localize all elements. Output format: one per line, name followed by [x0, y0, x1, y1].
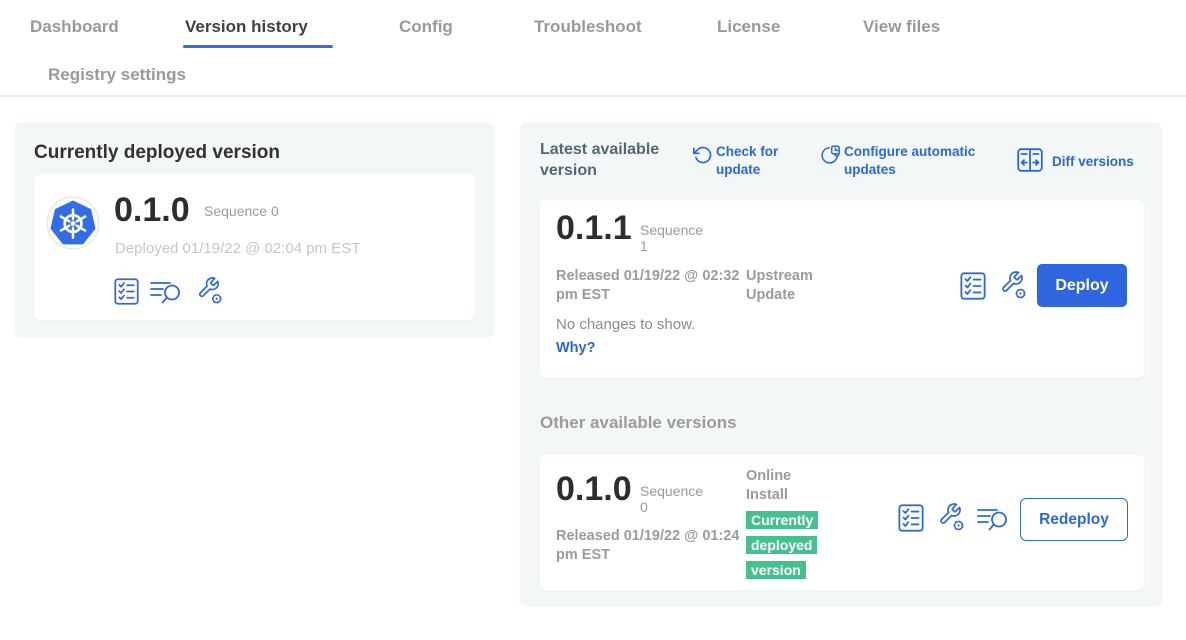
other-version-card: 0.1.0 Sequence 0 Released 01/19/22 @ 01:… [540, 455, 1144, 590]
nav-divider [0, 95, 1186, 97]
latest-released-timestamp: Released 01/19/22 @ 02:32 pm EST [556, 267, 744, 305]
tab-version-history[interactable]: Version history [185, 17, 308, 37]
kots-admin-console: Dashboard Version history Config Trouble… [0, 0, 1186, 640]
tab-dashboard[interactable]: Dashboard [30, 17, 119, 37]
tab-view-files[interactable]: View files [863, 17, 940, 37]
configure-automatic-updates-link[interactable]: Configure automatic updates [844, 143, 976, 178]
preflight-checklist-icon[interactable] [960, 272, 986, 300]
other-sequence-label: Sequence 0 [640, 483, 710, 515]
latest-available-panel: Latest available version Check for updat… [520, 122, 1162, 607]
tab-registry-settings[interactable]: Registry settings [48, 65, 186, 85]
config-wrench-icon[interactable] [935, 501, 966, 532]
latest-version-source: Upstream Update [746, 267, 838, 305]
other-released-timestamp: Released 01/19/22 @ 01:24 pm EST [556, 527, 744, 565]
preflight-checklist-icon[interactable] [898, 504, 924, 532]
active-tab-underline [183, 45, 333, 48]
latest-version-actions [960, 269, 1028, 300]
other-version-actions [898, 501, 1010, 532]
config-wrench-icon[interactable] [194, 275, 224, 305]
other-version-source: Online Install [746, 467, 818, 505]
latest-available-title: Latest available version [540, 140, 680, 182]
current-version-card: 0.1.0 Sequence 0 Deployed 01/19/22 @ 02:… [34, 174, 475, 320]
deploy-button[interactable]: Deploy [1037, 264, 1127, 307]
latest-sequence-label: Sequence 1 [640, 222, 710, 254]
diff-columns-icon[interactable] [1017, 148, 1043, 172]
other-available-versions-title: Other available versions [540, 413, 737, 433]
other-version-number: 0.1.0 [556, 471, 632, 508]
tab-license[interactable]: License [717, 17, 780, 37]
diff-versions-link[interactable]: Diff versions [1052, 153, 1134, 171]
deploy-logs-icon[interactable] [150, 279, 183, 305]
auto-update-schedule-icon[interactable] [820, 145, 840, 165]
why-link[interactable]: Why? [556, 340, 595, 356]
redeploy-button[interactable]: Redeploy [1020, 498, 1128, 541]
deploy-logs-icon[interactable] [977, 506, 1010, 532]
config-wrench-icon[interactable] [997, 269, 1028, 300]
latest-version-number: 0.1.1 [556, 210, 632, 247]
preflight-checklist-icon[interactable] [114, 278, 139, 305]
current-deployed-timestamp: Deployed 01/19/22 @ 02:04 pm EST [115, 240, 360, 257]
currently-deployed-panel: Currently deployed version 0.1.0 Sequenc… [14, 122, 495, 338]
check-for-update-link[interactable]: Check for update [716, 143, 796, 178]
current-sequence-label: Sequence 0 [204, 203, 279, 219]
tab-config[interactable]: Config [399, 17, 453, 37]
currently-deployed-badge: Currently deployed version [746, 509, 830, 583]
currently-deployed-badge-label: Currently deployed version [746, 511, 818, 579]
currently-deployed-title: Currently deployed version [34, 142, 280, 164]
current-version-number: 0.1.0 [114, 192, 190, 229]
refresh-arrow-icon[interactable] [693, 145, 713, 165]
tab-troubleshoot[interactable]: Troubleshoot [534, 17, 642, 37]
no-changes-text: No changes to show. [556, 316, 695, 333]
latest-version-card: 0.1.1 Sequence 1 Released 01/19/22 @ 02:… [540, 200, 1144, 378]
current-version-actions [114, 275, 224, 305]
kubernetes-logo-icon [46, 196, 100, 250]
